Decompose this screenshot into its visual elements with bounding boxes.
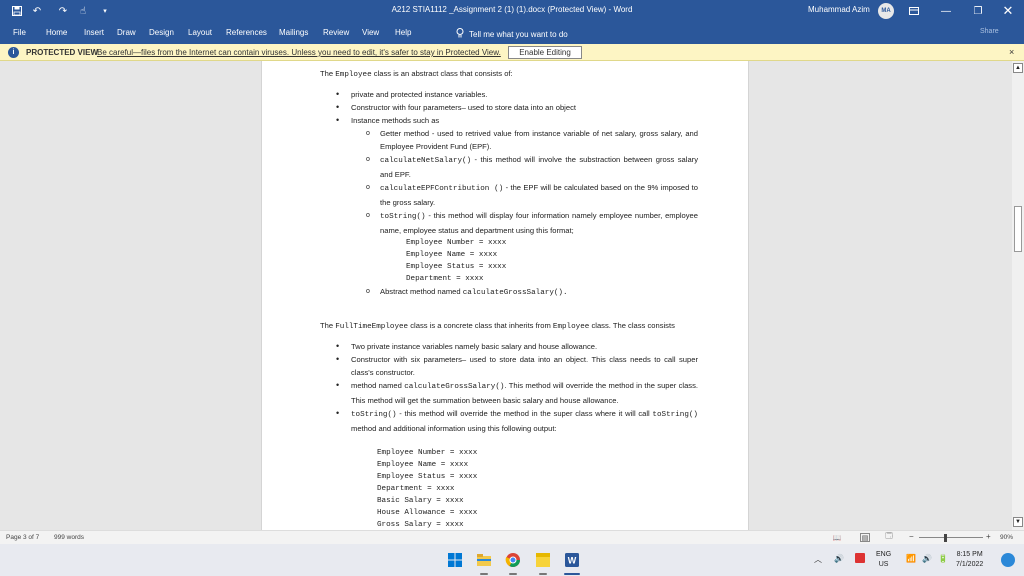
tab-view[interactable]: View (362, 28, 379, 37)
sub-list-item: Abstract method named calculateGrossSala… (320, 285, 698, 300)
tab-mailings[interactable]: Mailings (279, 28, 308, 37)
user-name[interactable]: Muhammad Azim (808, 5, 870, 14)
antivirus-icon[interactable] (855, 553, 865, 563)
avatar[interactable]: MA (878, 3, 894, 19)
status-bar: Page 3 of 7 999 words 📖 ▤ 🗔 − + 90% (0, 530, 1024, 544)
sub-list-item: calculateEPFContribution () - the EPF wi… (320, 181, 698, 209)
document-title: A212 STIA1112 _Assignment 2 (1) (1).docx… (391, 5, 633, 14)
zoom-slider-thumb[interactable] (943, 534, 947, 542)
chevron-up-icon[interactable]: ︿ (814, 554, 822, 565)
title-bar: ↶ ↷ ☝ ▾ A212 STIA1112 _Assignment 2 (1) … (0, 0, 1024, 22)
list-item: Constructor with four parameters– used t… (320, 101, 698, 114)
active-indicator (509, 573, 517, 575)
format-line: Department = xxxx (406, 275, 484, 283)
output-line: House Allowance = xxxx (377, 509, 478, 517)
sub-list-item: toString() - this method will display fo… (320, 209, 698, 237)
output-line: Employee Name = xxxx (377, 461, 469, 469)
format-line: Employee Number = xxxx (406, 239, 507, 247)
speaker-icon[interactable]: 🔊 (834, 554, 844, 563)
touch-mode-icon[interactable]: ☝ (76, 4, 90, 18)
close-icon[interactable]: × (1009, 47, 1014, 57)
document-page[interactable]: The Employee class is an abstract class … (261, 61, 749, 530)
page-content: The Employee class is an abstract class … (320, 67, 698, 530)
minimize-icon[interactable]: — (930, 0, 962, 22)
active-indicator (539, 573, 547, 575)
output-line: Employee Status = xxxx (377, 473, 478, 481)
output-line: Department = xxxx (377, 485, 455, 493)
share-button[interactable]: Share (980, 28, 999, 35)
active-indicator (480, 573, 488, 575)
word-icon[interactable]: W (564, 552, 580, 568)
vertical-scrollbar[interactable]: ▲ ▼ (1012, 61, 1024, 530)
list-item: Constructor with six parameters– used to… (320, 353, 698, 379)
scroll-down-icon[interactable]: ▼ (1013, 517, 1023, 527)
language-indicator[interactable]: ENG US (876, 550, 891, 570)
list-item: Instance methods such as (320, 114, 698, 127)
list-item: Two private instance variables namely ba… (320, 340, 698, 353)
notification-icon[interactable] (1001, 553, 1015, 567)
output-line: Employee Number = xxxx (377, 449, 478, 457)
print-layout-icon[interactable]: ▤ (860, 533, 870, 542)
tab-review[interactable]: Review (323, 28, 349, 37)
tab-help[interactable]: Help (395, 28, 411, 37)
battery-icon[interactable]: 🔋 (938, 554, 948, 563)
clock[interactable]: 8:15 PM 7/1/2022 (956, 550, 983, 570)
zoom-level[interactable]: 90% (1000, 534, 1013, 541)
restore-icon[interactable]: ❐ (962, 0, 994, 22)
enable-editing-button[interactable]: Enable Editing (508, 46, 582, 59)
sub-list-item: Getter method - used to retrived value f… (320, 127, 698, 153)
tab-draw[interactable]: Draw (117, 28, 136, 37)
list-item: private and protected instance variables… (320, 88, 698, 101)
format-line: Employee Status = xxxx (406, 263, 507, 271)
protected-view-label: PROTECTED VIEW (26, 48, 99, 57)
sub-list-item: calculateNetSalary() - this method will … (320, 153, 698, 181)
scroll-thumb[interactable] (1014, 206, 1022, 252)
save-icon[interactable] (10, 4, 24, 18)
ribbon-display-options-icon[interactable] (898, 0, 930, 22)
list-item: method named calculateGrossSalary(). Thi… (320, 379, 698, 407)
lightbulb-icon (456, 28, 464, 40)
shield-info-icon: i (8, 47, 19, 58)
web-layout-icon[interactable]: 🗔 (884, 533, 894, 542)
wifi-icon[interactable]: 📶 (906, 554, 916, 563)
volume-icon[interactable]: 🔊 (922, 554, 932, 563)
tab-file[interactable]: File (13, 28, 26, 37)
paragraph-employee-intro: The Employee class is an abstract class … (320, 69, 513, 79)
list-item: toString() - this method will override t… (320, 407, 698, 435)
chrome-icon[interactable] (505, 552, 521, 568)
zoom-slider[interactable] (919, 537, 983, 538)
word-count[interactable]: 999 words (54, 534, 84, 541)
output-line: Basic Salary = xxxx (377, 497, 464, 505)
scroll-up-icon[interactable]: ▲ (1013, 63, 1023, 73)
close-icon[interactable]: ✕ (992, 0, 1024, 22)
zoom-out-button[interactable]: − (909, 532, 914, 541)
document-canvas: The Employee class is an abstract class … (0, 61, 1012, 530)
ribbon-tabs: File Home Insert Draw Design Layout Refe… (0, 22, 1024, 44)
tell-me-search[interactable]: Tell me what you want to do (456, 28, 568, 40)
paragraph-fulltime-intro: The FullTimeEmployee class is a concrete… (320, 321, 675, 331)
taskbar: W ︿ 🔊 ENG US 📶 🔊 🔋 8:15 PM 7/1/2022 (0, 544, 1024, 576)
format-line: Employee Name = xxxx (406, 251, 498, 259)
output-line: Gross Salary = xxxx (377, 521, 464, 529)
undo-icon[interactable]: ↶ (30, 4, 44, 18)
tab-home[interactable]: Home (46, 28, 67, 37)
sticky-notes-icon[interactable] (535, 552, 551, 568)
protected-view-message[interactable]: Be careful—files from the Internet can c… (97, 48, 501, 57)
tell-me-label: Tell me what you want to do (469, 29, 568, 39)
redo-icon[interactable]: ↷ (56, 4, 70, 18)
tab-insert[interactable]: Insert (84, 28, 104, 37)
read-mode-icon[interactable]: 📖 (832, 533, 842, 542)
active-indicator (564, 573, 580, 575)
protected-view-bar: i PROTECTED VIEW Be careful—files from t… (0, 44, 1024, 61)
tab-references[interactable]: References (226, 28, 267, 37)
zoom-in-button[interactable]: + (986, 532, 991, 541)
page-count[interactable]: Page 3 of 7 (6, 534, 39, 541)
file-explorer-icon[interactable] (476, 552, 492, 568)
svg-text:W: W (568, 556, 577, 566)
customize-qat-icon[interactable]: ▾ (100, 4, 110, 18)
tab-design[interactable]: Design (149, 28, 174, 37)
windows-start-icon[interactable] (447, 552, 463, 568)
tab-layout[interactable]: Layout (188, 28, 212, 37)
